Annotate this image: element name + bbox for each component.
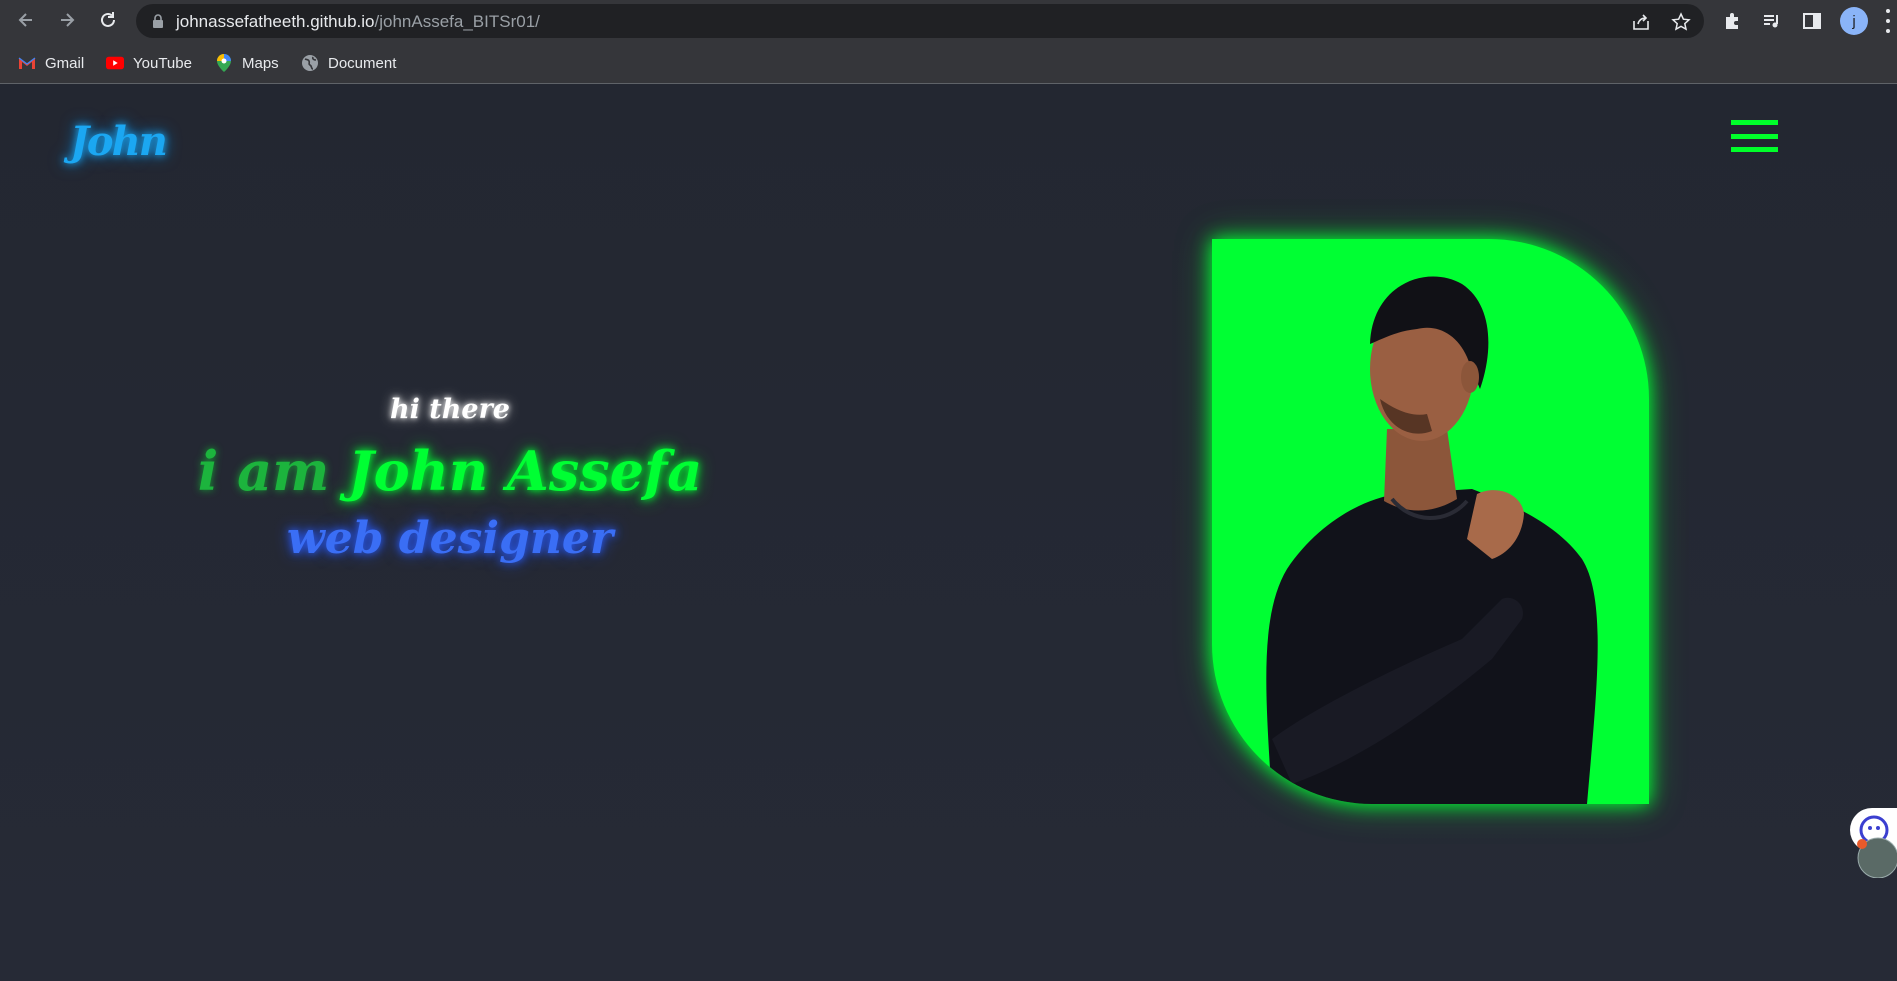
browser-toolbar: johnassefatheeth.github.io/johnAssefa_BI…	[0, 0, 1897, 42]
bookmark-gmail[interactable]: Gmail	[18, 50, 84, 76]
hero-intro: i am	[197, 439, 349, 503]
site-logo[interactable]: John	[70, 118, 168, 165]
browser-menu-button[interactable]	[1884, 9, 1892, 33]
url-host: johnassefatheeth.github.io	[176, 12, 375, 31]
maps-icon	[215, 54, 233, 72]
bookmark-label: Document	[328, 54, 397, 72]
dot-icon	[1886, 29, 1890, 33]
puzzle-icon	[1726, 13, 1738, 29]
star-icon	[1671, 12, 1691, 31]
profile-photo	[1212, 239, 1649, 804]
arrow-right-icon	[61, 13, 75, 27]
person-portrait-image	[1266, 276, 1598, 804]
hero-greeting: hi there	[390, 394, 510, 425]
youtube-icon	[106, 54, 124, 72]
url-text: johnassefatheeth.github.io/johnAssefa_BI…	[176, 12, 540, 32]
gmail-icon	[18, 54, 36, 72]
side-panel-icon	[1803, 13, 1821, 29]
chat-bubble-icon	[1850, 808, 1897, 879]
lock-icon	[153, 14, 163, 28]
reload-icon	[101, 12, 115, 27]
dot-icon	[1886, 19, 1890, 23]
arrow-left-icon	[18, 13, 32, 27]
side-panel-button[interactable]	[1799, 8, 1825, 34]
bookmark-youtube[interactable]: YouTube	[106, 50, 192, 76]
hamburger-line	[1731, 120, 1778, 125]
hamburger-line	[1731, 133, 1778, 139]
extensions-button[interactable]	[1720, 8, 1746, 34]
floating-chat-widget[interactable]	[1848, 808, 1897, 879]
back-button[interactable]	[12, 6, 40, 34]
bookmark-label: Maps	[242, 54, 279, 72]
hero-role: web designer	[286, 513, 614, 564]
profile-avatar[interactable]: j	[1840, 7, 1868, 35]
hero-headline: i am John Assefa	[190, 439, 710, 503]
hamburger-line	[1731, 147, 1778, 152]
share-icon	[1633, 14, 1649, 30]
url-path: /johnAssefa_BITSr01/	[374, 12, 540, 31]
media-button[interactable]	[1759, 8, 1785, 34]
reload-button[interactable]	[94, 6, 122, 34]
share-button[interactable]	[1630, 11, 1652, 33]
globe-icon	[301, 54, 319, 72]
portfolio-page: John hi there i am John Assefa web desig…	[0, 84, 1897, 981]
bookmark-label: YouTube	[133, 54, 192, 72]
bookmark-document[interactable]: Document	[301, 50, 396, 76]
hero-name: John Assefa	[348, 439, 703, 503]
bookmark-label: Gmail	[45, 54, 85, 72]
bookmarks-bar: Gmail YouTube Maps Document	[0, 42, 1897, 84]
hero-text: hi there i am John Assefa web designer	[190, 394, 710, 564]
address-bar[interactable]: johnassefatheeth.github.io/johnAssefa_BI…	[136, 4, 1704, 38]
forward-button[interactable]	[53, 6, 81, 34]
queue-music-icon	[1764, 15, 1778, 28]
bookmark-star-button[interactable]	[1670, 11, 1692, 33]
menu-button[interactable]	[1731, 120, 1778, 152]
bookmark-maps[interactable]: Maps	[215, 50, 279, 76]
dot-icon	[1886, 9, 1890, 13]
